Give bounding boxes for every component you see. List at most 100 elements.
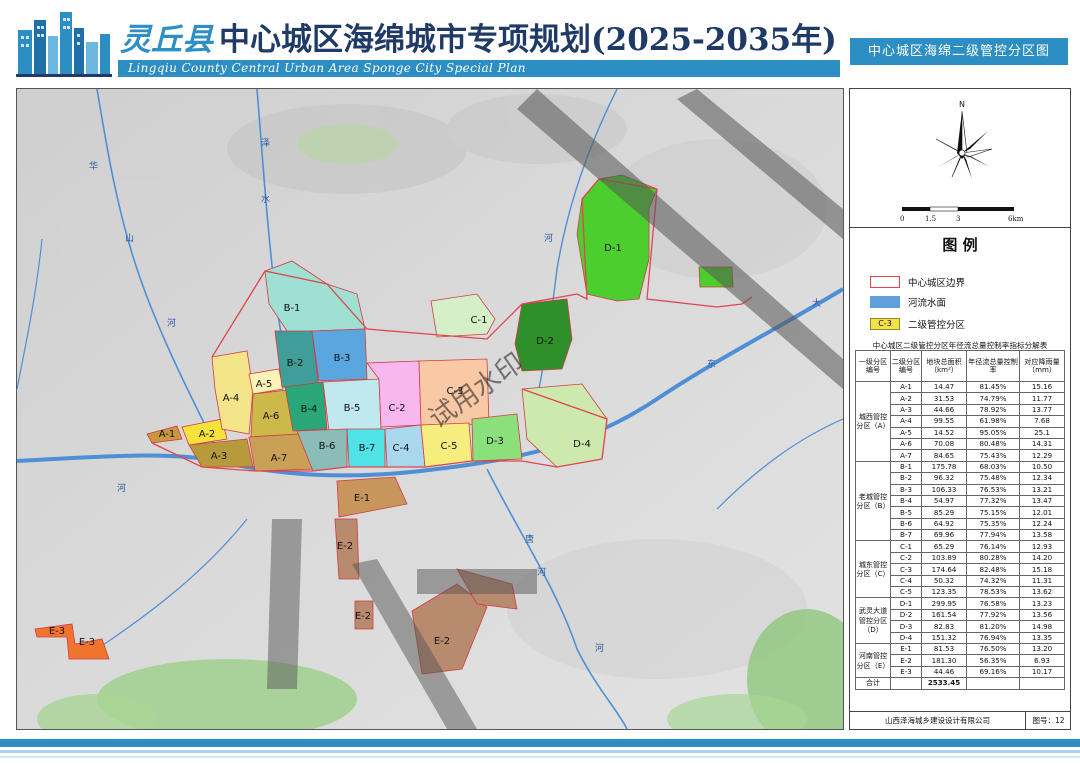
group-cell: 老城管控分区（B） <box>855 460 891 542</box>
group-cell: 城东管控分区（C） <box>855 540 891 599</box>
table-cell: 175.78 <box>921 460 967 474</box>
scale-label-1: 1.5 <box>925 215 936 223</box>
table-cell: 14.52 <box>921 426 967 439</box>
col-header-area: 地块总面积（km²） <box>921 350 967 382</box>
table-row: 老城管控分区（B） B-1 175.78 68.03% 10.50 <box>855 460 1065 542</box>
table-cell: 80.48% <box>966 437 1020 451</box>
table-cell: C-3 <box>890 563 922 576</box>
compass-north: N <box>959 100 965 109</box>
table-cell: 65.29 <box>921 540 967 553</box>
zone-label-A-5: A-5 <box>256 379 273 390</box>
table-cell: 78.53% <box>966 586 1020 599</box>
group-cell: 武灵大道管控分区（D） <box>855 597 891 644</box>
table-cell: D-2 <box>890 608 922 622</box>
zone-label-E-2-east: E-2 <box>434 636 450 647</box>
table-cell: 76.53% <box>966 483 1020 496</box>
table-cell: 31.53 <box>921 392 967 405</box>
english-subtitle: Lingqiu County Central Urban Area Sponge… <box>128 61 526 75</box>
table-cell: 12.34 <box>1019 472 1065 485</box>
total-spacer <box>1019 677 1065 690</box>
table-cell: 70.08 <box>921 437 967 451</box>
river-label-8: 河 <box>537 566 546 578</box>
table-cell: 95.05% <box>966 426 1020 439</box>
legend-item-boundary: 中心城区边界 <box>870 275 965 289</box>
county-name: 灵丘县 <box>120 22 213 58</box>
table-row: 城西管控分区（A） A-1 14.47 81.45% 15.16 <box>855 380 1065 462</box>
table-cell: D-1 <box>890 597 922 610</box>
city-skyline-logo <box>16 12 112 77</box>
total-spacer <box>890 677 922 690</box>
table-cell: 15.18 <box>1019 563 1065 576</box>
table-cell: 81.45% <box>966 380 1020 394</box>
river-label-7: 唐 <box>525 533 534 545</box>
table-cell: 14.47 <box>921 380 967 394</box>
table-cell: 78.92% <box>966 403 1020 417</box>
table-cell: 11.77 <box>1019 392 1065 405</box>
table-cell: 82.83 <box>921 620 967 633</box>
zone-label-C-4: C-4 <box>393 443 410 454</box>
river-label-3: 泽 <box>261 138 270 149</box>
legend-title: 图 例 <box>942 236 978 254</box>
zone-label-C-1: C-1 <box>471 315 488 326</box>
company-name: 山西泽海城乡建设设计有限公司 <box>850 711 1025 729</box>
col-header-level2: 二级分区编号 <box>890 350 922 382</box>
boundary-swatch <box>870 276 900 288</box>
table-cell: 44.66 <box>921 403 967 417</box>
zone-swatch: C-3 <box>870 318 900 330</box>
river-label-1: 山 <box>125 233 134 244</box>
table-cell: 151.32 <box>921 631 967 645</box>
table-cell: 13.62 <box>1019 586 1065 599</box>
river-swatch <box>870 296 900 308</box>
table-cell: C-2 <box>890 551 922 565</box>
page-title: 灵丘县 中心城区海绵城市专项规划(2025-2035年) <box>120 14 837 59</box>
table-cell: 12.93 <box>1019 540 1065 553</box>
table-cell: 123.35 <box>921 586 967 599</box>
zone-label-E-2-south: E-2 <box>355 611 371 622</box>
table-cell: D-3 <box>890 620 922 633</box>
zone-label-B-7: B-7 <box>359 443 376 454</box>
table-cell: E-3 <box>890 665 922 679</box>
zoning-map: 华 山 河 泽 水 河 河 唐 河 河 大 东 A-1 A-2 A-3 A-4 … <box>17 89 843 729</box>
indicator-table: 一级分区编号 二级分区编号 地块总面积（km²） 年径流总量控制率 对应降雨量（… <box>855 350 1065 690</box>
col-header-rate: 年径流总量控制率 <box>966 350 1020 382</box>
table-cell: 75.43% <box>966 449 1020 462</box>
table-cell: 13.77 <box>1019 403 1065 417</box>
zone-label-A-2: A-2 <box>199 429 216 440</box>
table-cell: 299.95 <box>921 597 967 610</box>
zone-label-D-1: D-1 <box>604 243 622 254</box>
table-cell: 11.31 <box>1019 574 1065 588</box>
zone-label-C-5: C-5 <box>441 441 458 452</box>
table-cell: 13.21 <box>1019 483 1065 496</box>
river-label-5: 河 <box>544 232 553 244</box>
legend-item-zone: C-3 二级管控分区 <box>870 317 965 331</box>
scale-label-0: 0 <box>900 215 904 223</box>
col-header-level1: 一级分区编号 <box>855 350 891 382</box>
page-header: 灵丘县 中心城区海绵城市专项规划(2025-2035年) Lingqiu Coun… <box>0 0 1080 84</box>
table-cell: E-1 <box>890 642 922 656</box>
table-cell: 76.94% <box>966 631 1020 645</box>
scale-bar: 0 1.5 3 6km <box>900 206 1024 223</box>
table-body: 城西管控分区（A） A-1 14.47 81.45% 15.16 A-2 31.53 74.7… <box>855 380 1065 690</box>
table-cell: 69.96 <box>921 529 967 542</box>
table-cell: D-4 <box>890 631 922 645</box>
footer-stripe-light <box>0 756 1080 758</box>
table-cell: 50.32 <box>921 574 967 588</box>
table-cell: 7.68 <box>1019 415 1065 428</box>
table-cell: B-5 <box>890 506 922 519</box>
table-cell: 74.32% <box>966 574 1020 588</box>
zone-D-2[interactable] <box>514 298 573 372</box>
table-cell: A-4 <box>890 415 922 428</box>
table-cell: 76.58% <box>966 597 1020 610</box>
table-header-row: 一级分区编号 二级分区编号 地块总面积（km²） 年径流总量控制率 对应降雨量（… <box>855 350 1065 382</box>
map-name-badge: 中心城区海绵二级管控分区图 <box>850 38 1068 65</box>
table-cell: 13.58 <box>1019 529 1065 542</box>
legend-label-boundary: 中心城区边界 <box>908 278 966 289</box>
zone-label-E-2: E-2 <box>337 541 353 552</box>
plan-title: 中心城区海绵城市专项规划(2025-2035年) <box>219 22 837 58</box>
group-cell: 城西管控分区（A） <box>855 381 891 462</box>
table-cell: 25.1 <box>1019 426 1065 439</box>
table-cell: C-5 <box>890 586 922 599</box>
zone-label-B-5: B-5 <box>344 403 361 414</box>
table-cell: 99.55 <box>921 415 967 428</box>
table-cell: 10.17 <box>1019 665 1065 679</box>
